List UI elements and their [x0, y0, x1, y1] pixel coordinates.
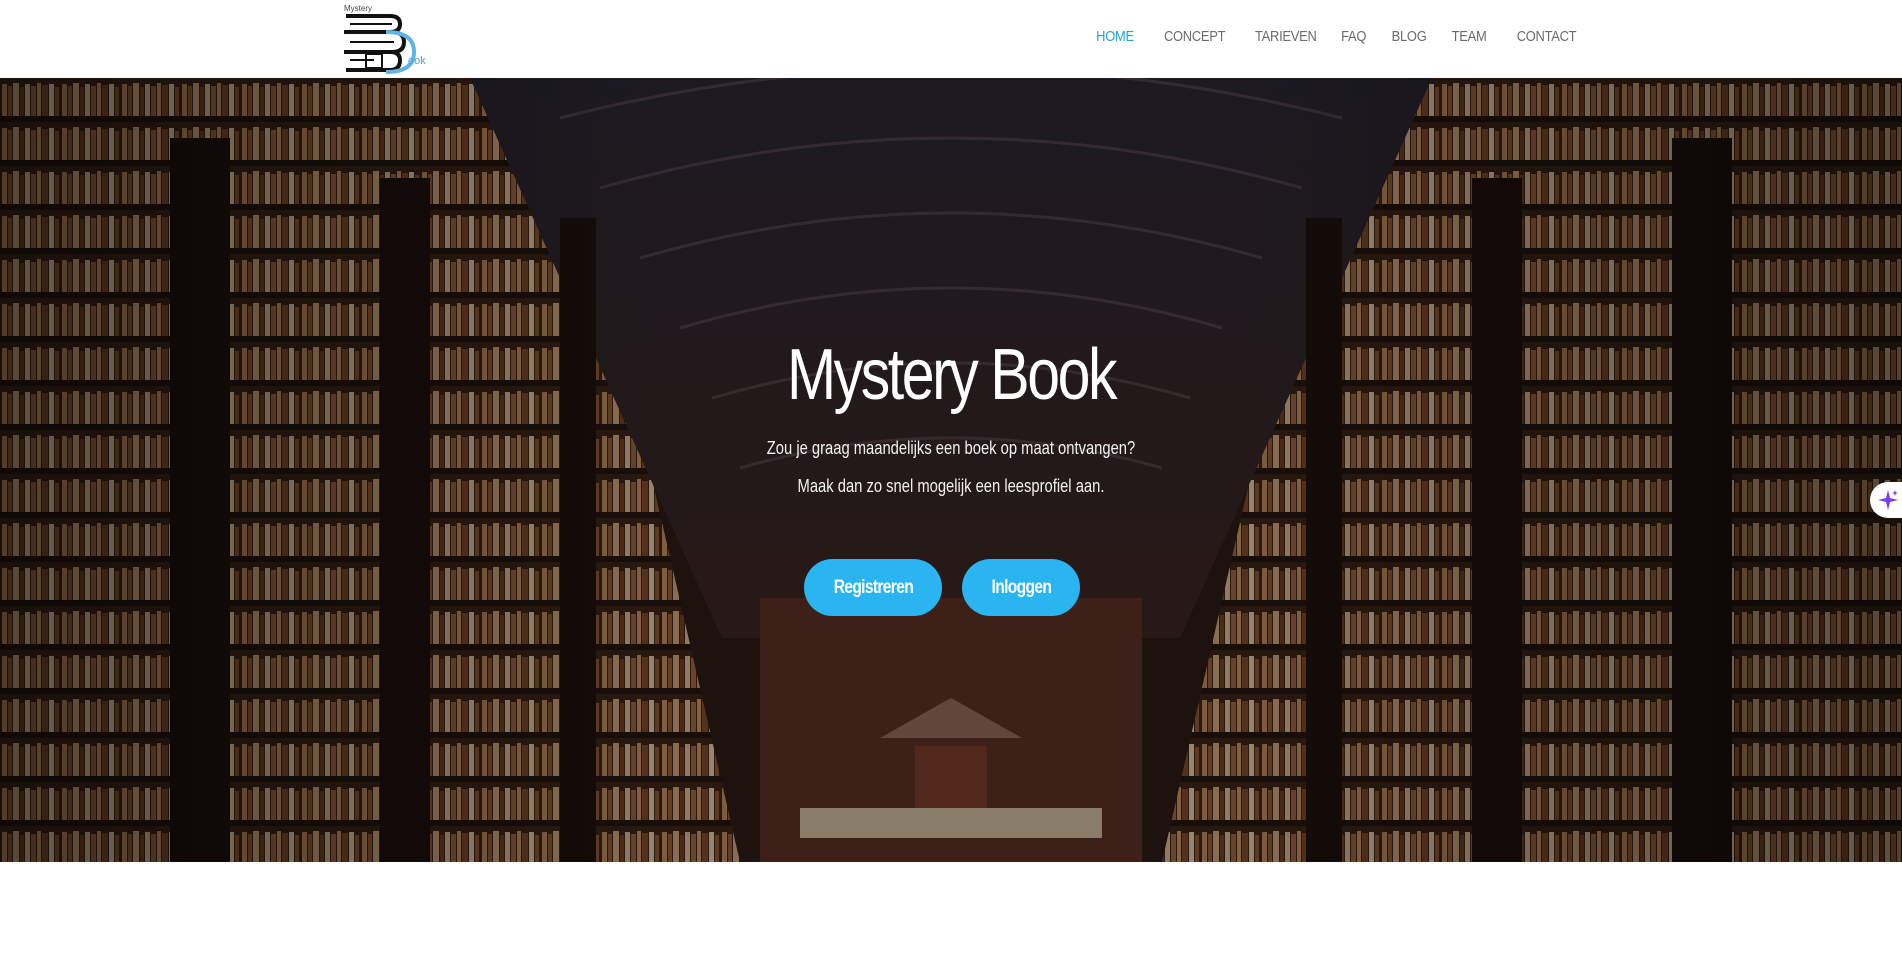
register-button-label: Registreren [833, 576, 913, 598]
mystery-book-logo[interactable]: Mystery ook [340, 2, 430, 74]
nav-team[interactable]: TEAM [1452, 28, 1487, 45]
nav-faq[interactable]: FAQ [1341, 28, 1366, 45]
nav-home[interactable]: HOME [1096, 28, 1134, 45]
hero-subtitle-line-2: Maak dan zo snel mogelijk een leesprofie… [797, 476, 1105, 496]
logo-small-text: Mystery [344, 4, 372, 13]
nav-contact[interactable]: CONTACT [1516, 28, 1576, 45]
register-button[interactable]: Registreren [804, 559, 942, 616]
logo-side-text: ook [408, 55, 426, 67]
site-header: Mystery ook HOME CONCEPT TARIEVEN FAQ BL… [0, 0, 1902, 78]
nav-blog[interactable]: BLOG [1391, 28, 1426, 45]
hero-content: Mystery Book Zou je graag maandelijks ee… [0, 78, 1902, 862]
login-button-label: Inloggen [991, 576, 1051, 598]
sparkle-icon [1878, 490, 1898, 510]
hero-title: Mystery Book [786, 335, 1118, 415]
nav-concept[interactable]: CONCEPT [1164, 28, 1226, 45]
assistant-side-widget[interactable] [1870, 482, 1902, 518]
hero-section: Mystery Book Zou je graag maandelijks ee… [0, 78, 1902, 862]
nav-tarieven[interactable]: TARIEVEN [1255, 28, 1317, 45]
hero-subtitle-line-1: Zou je graag maandelijks een boek op maa… [766, 438, 1136, 458]
login-button[interactable]: Inloggen [962, 559, 1080, 616]
main-nav: HOME CONCEPT TARIEVEN FAQ BLOG TEAM CONT… [1070, 28, 1576, 45]
